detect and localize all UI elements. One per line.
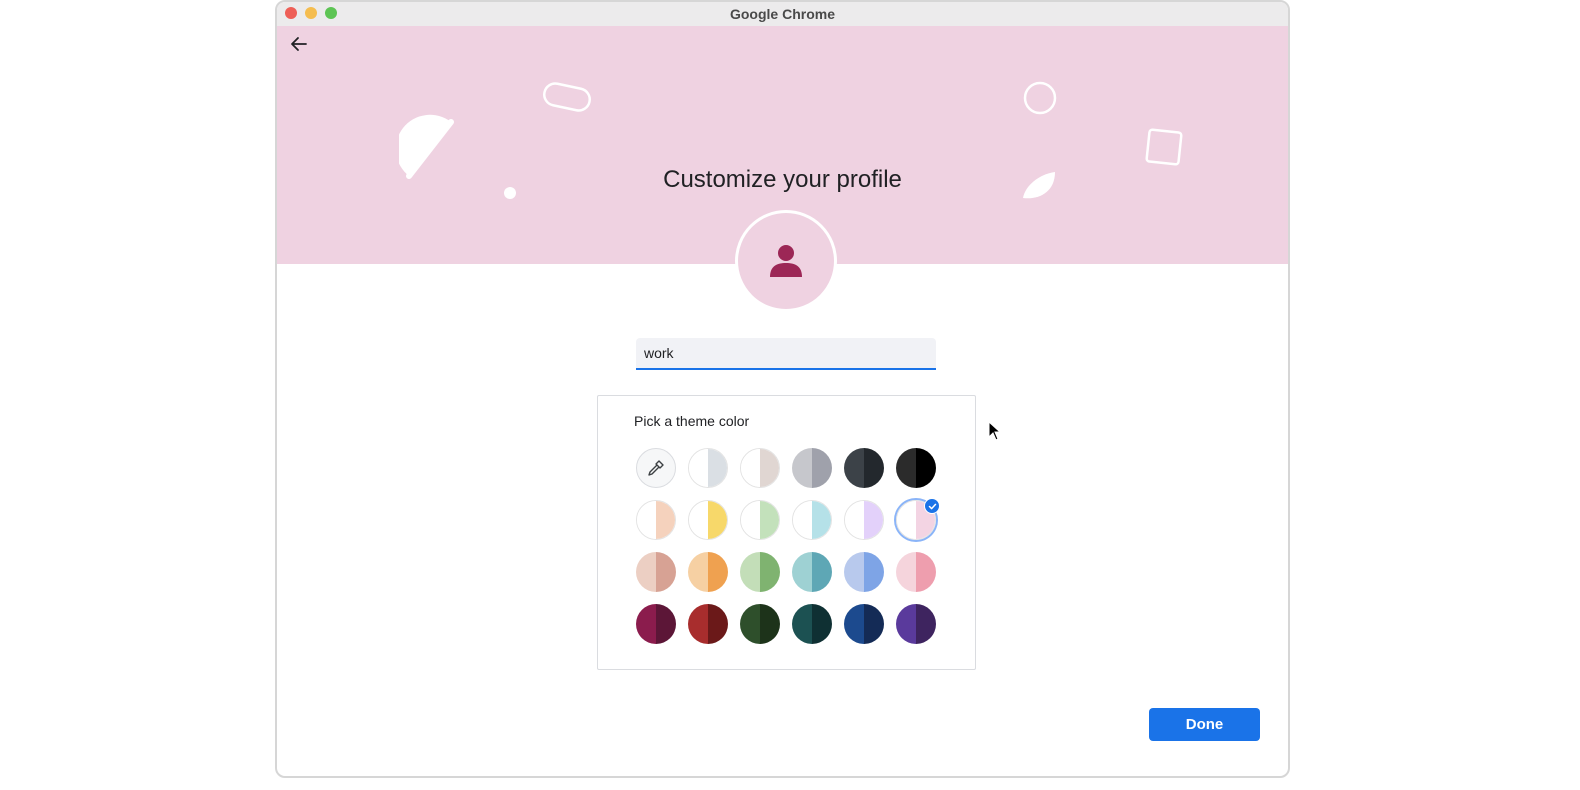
mouse-cursor-icon	[988, 421, 1002, 441]
theme-color-swatch[interactable]	[844, 448, 884, 488]
theme-color-swatch[interactable]	[740, 552, 780, 592]
decorative-ring-shape	[1023, 81, 1057, 115]
theme-color-swatch[interactable]	[792, 448, 832, 488]
theme-color-swatch[interactable]	[740, 604, 780, 644]
theme-color-swatch[interactable]	[792, 552, 832, 592]
theme-color-swatch[interactable]	[688, 500, 728, 540]
decorative-pill-shape	[543, 82, 591, 112]
title-bar: Google Chrome	[277, 2, 1288, 27]
theme-color-swatch[interactable]	[844, 500, 884, 540]
theme-color-swatch[interactable]	[636, 500, 676, 540]
theme-color-panel: Pick a theme color	[597, 395, 976, 670]
done-button[interactable]: Done	[1149, 708, 1260, 741]
theme-color-swatch[interactable]	[896, 448, 936, 488]
theme-color-swatch[interactable]	[844, 604, 884, 644]
theme-color-swatch[interactable]	[740, 500, 780, 540]
profile-name-input[interactable]	[636, 338, 936, 368]
theme-color-swatch[interactable]	[896, 604, 936, 644]
arrow-left-icon	[291, 37, 307, 51]
person-icon	[770, 245, 802, 277]
theme-color-swatch[interactable]	[792, 500, 832, 540]
theme-panel-title: Pick a theme color	[634, 413, 750, 429]
theme-color-swatch[interactable]	[636, 604, 676, 644]
window-title: Google Chrome	[729, 6, 835, 22]
theme-color-swatch[interactable]	[740, 448, 780, 488]
profile-avatar[interactable]	[735, 210, 837, 312]
back-button[interactable]	[285, 30, 313, 58]
theme-color-swatch[interactable]	[688, 604, 728, 644]
eyedropper-icon	[648, 460, 664, 476]
custom-color-picker-button[interactable]	[636, 448, 676, 488]
theme-color-swatch[interactable]	[636, 552, 676, 592]
theme-color-swatch[interactable]	[792, 604, 832, 644]
page-title: Customize your profile	[663, 166, 902, 193]
theme-color-swatch[interactable]	[844, 552, 884, 592]
theme-color-swatch[interactable]	[688, 552, 728, 592]
theme-color-swatch[interactable]	[688, 448, 728, 488]
profile-name-field[interactable]	[636, 338, 936, 370]
selected-check-icon	[924, 498, 940, 514]
browser-window: Google Chrome Customize your profile wor…	[275, 0, 1290, 778]
theme-color-swatch[interactable]	[896, 552, 936, 592]
decorative-square-shape	[1145, 128, 1183, 166]
